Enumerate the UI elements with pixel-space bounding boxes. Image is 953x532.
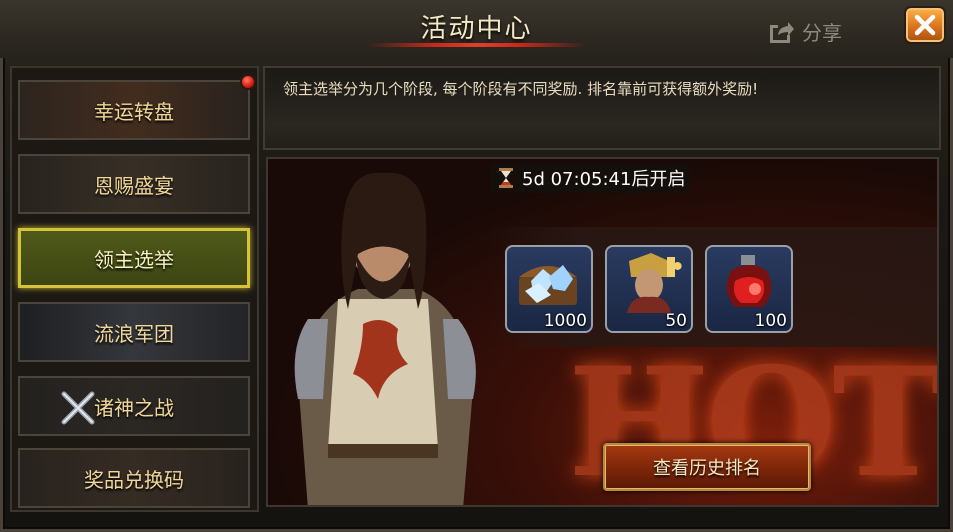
sidebar-item-label: 流浪军团	[94, 321, 174, 346]
reward-item[interactable]: 100	[705, 245, 793, 333]
timer-text: 5d 07:05:41后开启	[522, 169, 686, 190]
share-label: 分享	[802, 20, 842, 45]
view-history-ranking-button[interactable]: 查看历史排名	[603, 443, 811, 491]
hourglass-icon	[499, 168, 513, 188]
title-underline	[368, 43, 586, 47]
description-panel: 领主选举分为几个阶段, 每个阶段有不同奖励. 排名靠前可获得额外奖励!	[263, 66, 941, 150]
sidebar-item-label: 奖品兑换码	[84, 467, 184, 492]
share-icon	[770, 22, 794, 43]
close-icon	[914, 14, 936, 36]
hero-portrait	[294, 172, 476, 505]
event-description: 领主选举分为几个阶段, 每个阶段有不同奖励. 排名靠前可获得额外奖励!	[283, 80, 759, 98]
sidebar: 幸运转盘 恩赐盛宴 领主选举 流浪军团 诸神之战 奖品兑换码	[10, 66, 259, 512]
share-button[interactable]: 分享	[766, 15, 842, 47]
sidebar-item-redeem-code[interactable]: 奖品兑换码	[18, 448, 250, 508]
crossed-swords-icon	[61, 391, 95, 425]
notification-badge	[240, 74, 256, 90]
sidebar-item-battle-of-gods[interactable]: 诸神之战	[18, 376, 250, 436]
red-potion-icon	[726, 255, 772, 307]
sidebar-item-lucky-wheel[interactable]: 幸运转盘	[18, 80, 250, 140]
reward-item[interactable]: 1000	[505, 245, 593, 333]
sidebar-item-label: 诸神之战	[94, 395, 174, 420]
sidebar-item-wandering-legion[interactable]: 流浪军团	[18, 302, 250, 362]
sidebar-item-lord-election[interactable]: 领主选举	[18, 228, 250, 288]
sidebar-item-label: 幸运转盘	[94, 99, 174, 124]
reward-item[interactable]: 50	[605, 245, 693, 333]
reward-quantity: 1000	[543, 311, 587, 331]
event-banner: HOT 5d 07:05:41后开启 1000 50 100 查看历史排名	[266, 157, 939, 507]
countdown-timer: 5d 07:05:41后开启	[490, 163, 690, 193]
reward-quantity: 50	[665, 311, 687, 331]
window-header: 活动中心 分享	[0, 0, 953, 58]
sidebar-item-feast[interactable]: 恩赐盛宴	[18, 154, 250, 214]
sidebar-item-label: 领主选举	[94, 247, 174, 272]
reward-quantity: 100	[754, 311, 787, 331]
gem-chest-icon	[519, 265, 577, 305]
commander-puzzle-icon	[627, 253, 682, 313]
close-button[interactable]	[904, 6, 946, 44]
sidebar-item-label: 恩赐盛宴	[94, 173, 174, 198]
